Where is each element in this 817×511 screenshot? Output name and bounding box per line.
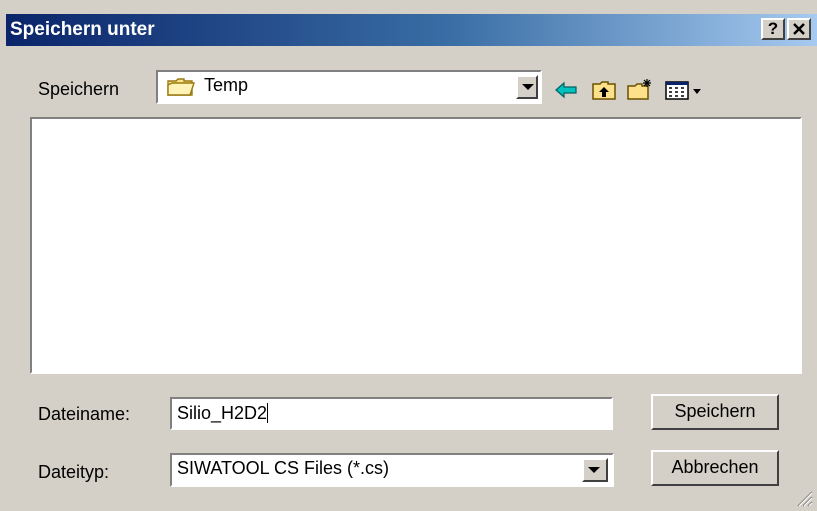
close-button[interactable] [787, 18, 811, 40]
save-as-dialog: Speichern unter ? Speichern Temp Dateina… [0, 0, 817, 511]
save-in-combobox[interactable]: Temp [156, 70, 542, 104]
filename-input[interactable]: Silio_H2D2 [170, 397, 613, 430]
cancel-button[interactable]: Abbrechen [651, 450, 779, 486]
save-in-value: Temp [204, 75, 249, 95]
text-caret [267, 403, 269, 423]
view-menu-icon[interactable] [664, 78, 704, 102]
save-in-dropdown-button[interactable] [516, 75, 538, 99]
filetype-label: Dateityp: [38, 462, 110, 482]
file-list[interactable] [30, 117, 802, 374]
filetype-combobox[interactable]: SIWATOOL CS Files (*.cs) [170, 453, 614, 487]
close-icon [793, 23, 805, 35]
filetype-value: SIWATOOL CS Files (*.cs) [177, 458, 390, 478]
filename-label: Dateiname: [38, 404, 131, 424]
up-folder-icon[interactable] [590, 78, 618, 102]
filetype-dropdown-button[interactable] [582, 458, 608, 482]
new-folder-icon[interactable] [626, 78, 654, 102]
dialog-title: Speichern unter [10, 19, 155, 40]
title-bar[interactable]: Speichern unter ? [6, 14, 817, 46]
back-arrow-icon[interactable] [552, 78, 580, 102]
help-button[interactable]: ? [761, 18, 785, 40]
folder-icon [167, 78, 195, 96]
save-button[interactable]: Speichern [651, 394, 779, 430]
save-in-label: Speichern [38, 79, 120, 99]
filename-value: Silio_H2D2 [177, 403, 269, 423]
resize-grip-icon[interactable] [795, 489, 813, 507]
